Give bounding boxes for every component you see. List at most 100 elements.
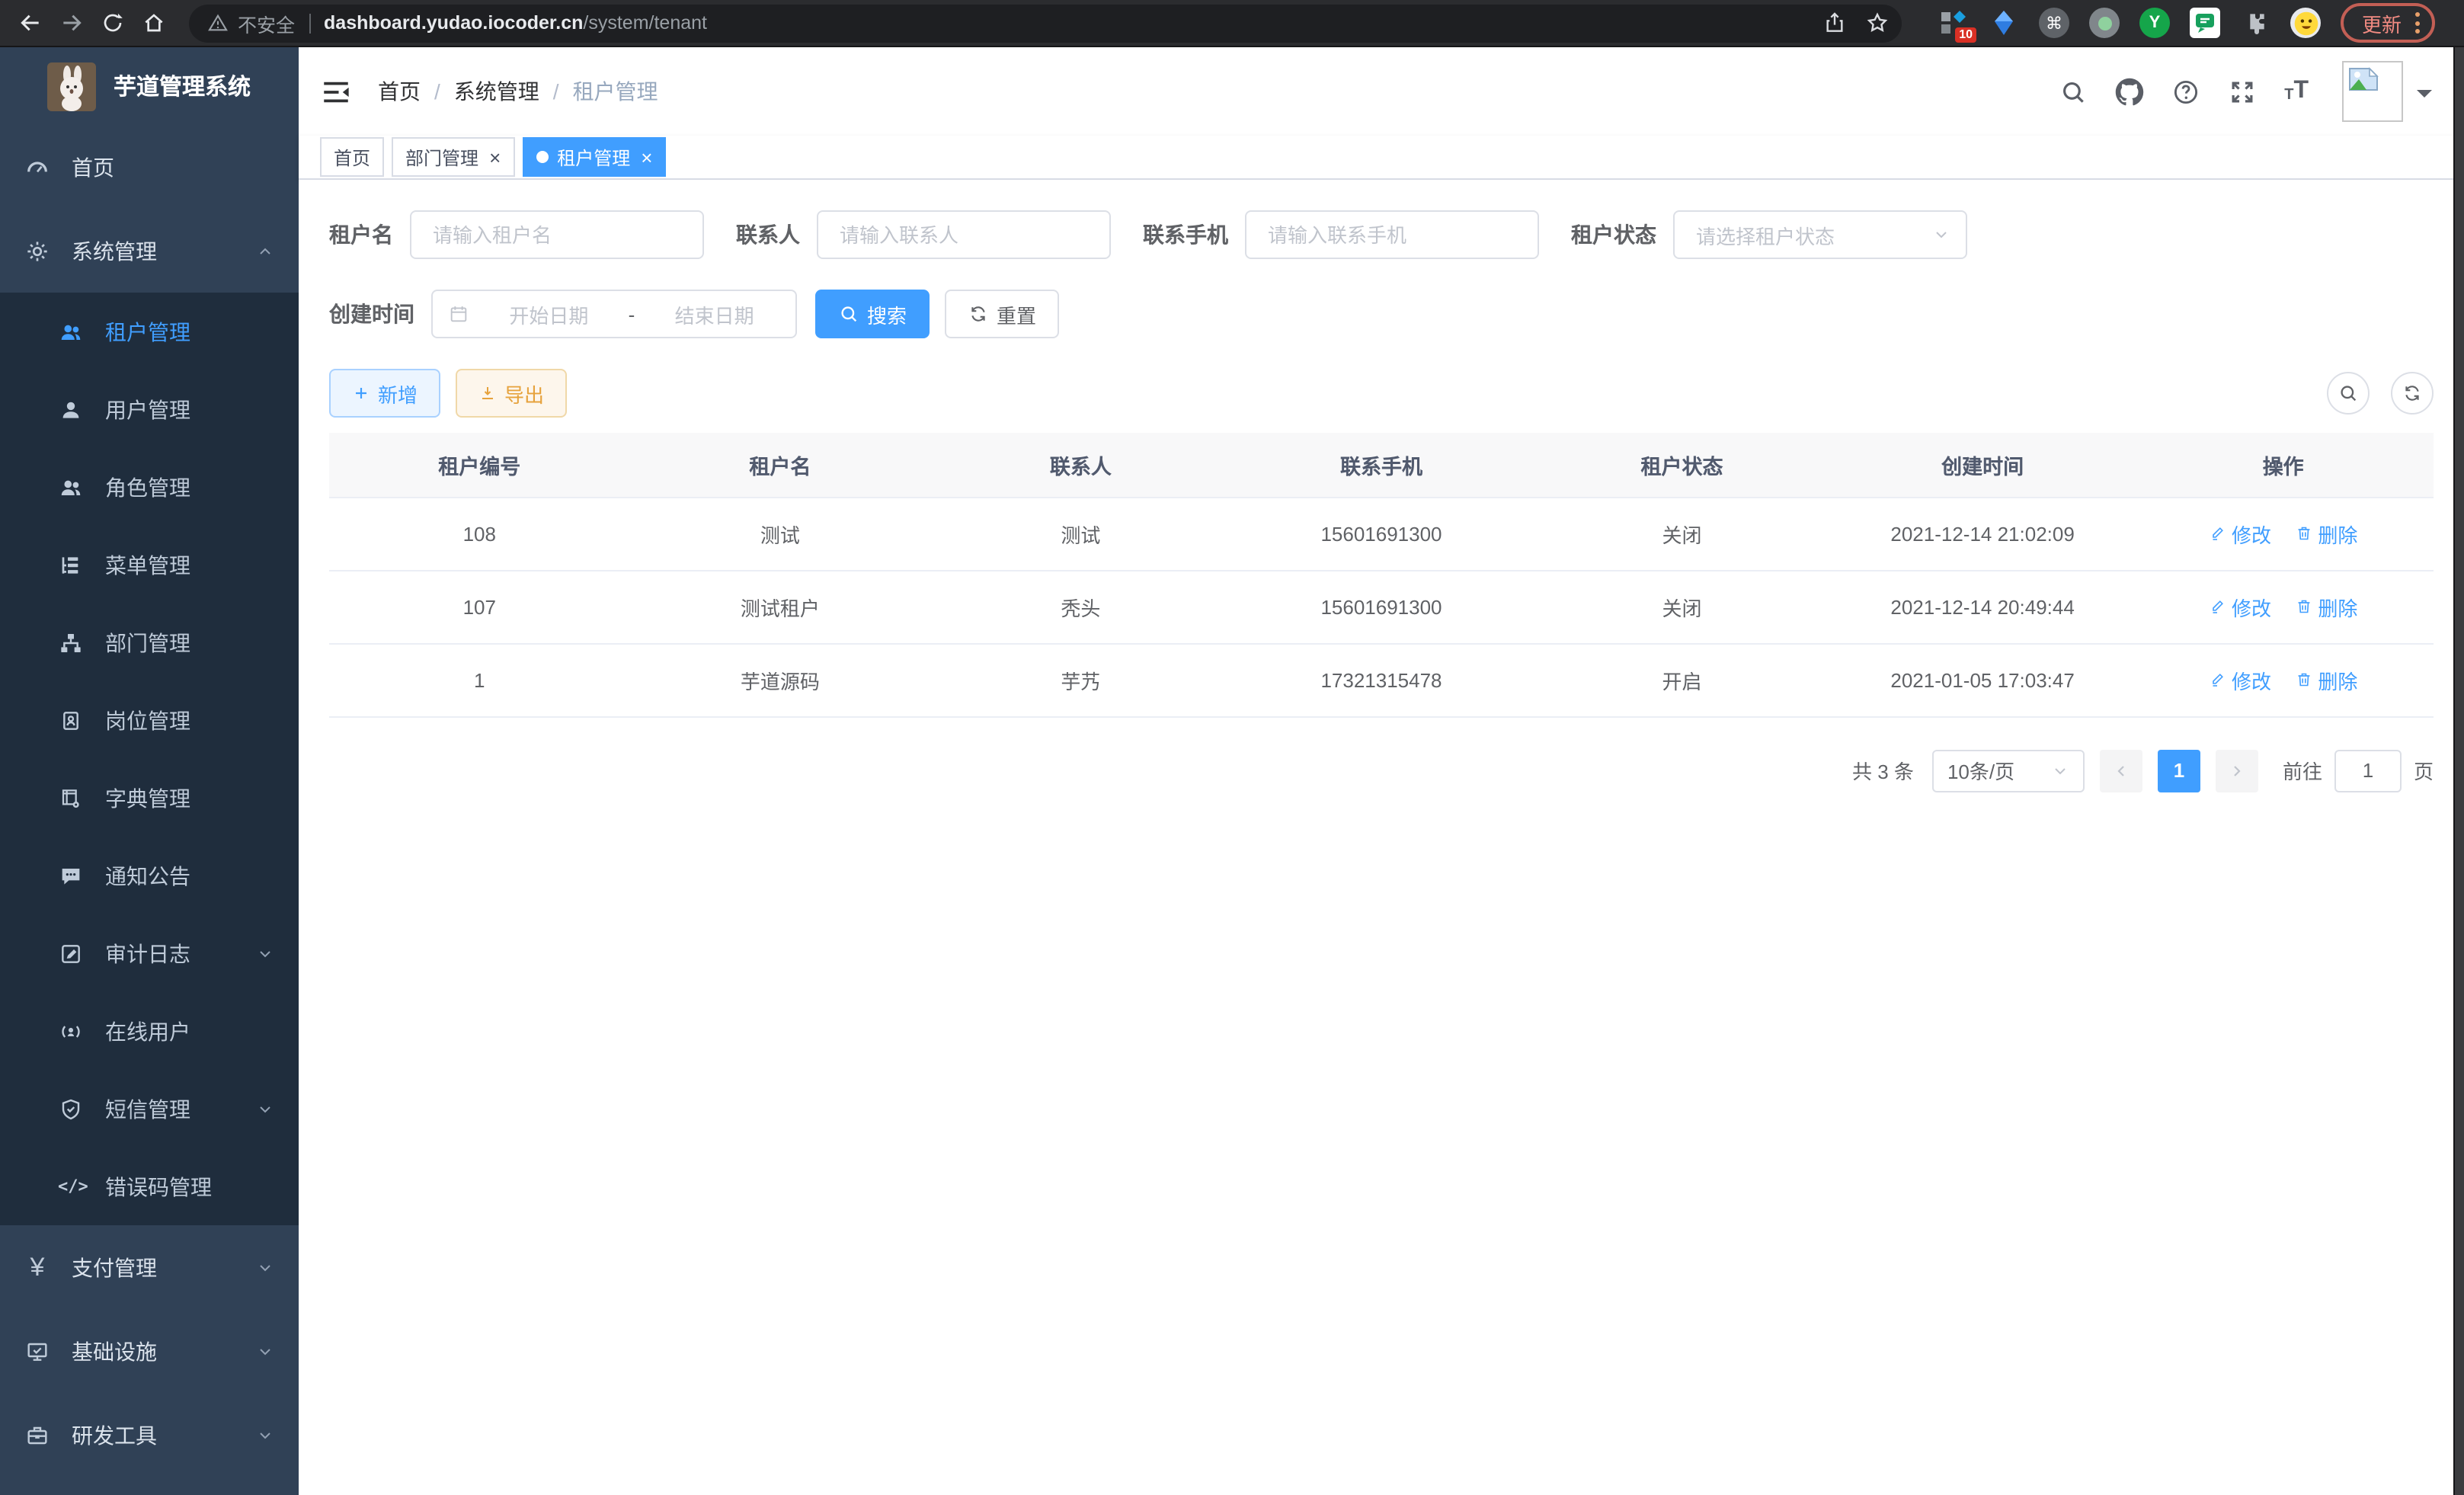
breadcrumb-system[interactable]: 系统管理 bbox=[454, 76, 539, 107]
sidebar-item-label: 支付管理 bbox=[72, 1252, 157, 1282]
extension-y-icon[interactable]: Y bbox=[2139, 8, 2170, 38]
sidebar-item-dict[interactable]: 字典管理 bbox=[0, 759, 299, 837]
cell-contact: 芋艿 bbox=[930, 643, 1231, 716]
tenant-name-label: 租户名 bbox=[329, 219, 393, 250]
status-select[interactable]: 请选择租户状态 bbox=[1673, 210, 1967, 259]
tenant-name-input[interactable] bbox=[410, 210, 704, 259]
extension-gem-icon[interactable] bbox=[1989, 8, 2019, 38]
next-page-button[interactable] bbox=[2216, 749, 2258, 792]
browser-toolbar: 不安全 dashboard.yudao.iocoder.cn/system/te… bbox=[0, 0, 2464, 47]
font-size-icon[interactable]: TT bbox=[2284, 79, 2309, 104]
fullscreen-icon[interactable] bbox=[2228, 77, 2257, 106]
close-icon[interactable]: × bbox=[489, 147, 501, 167]
sidebar-item-dept[interactable]: 部门管理 bbox=[0, 603, 299, 681]
address-bar[interactable]: 不安全 dashboard.yudao.iocoder.cn/system/te… bbox=[189, 4, 1902, 42]
tab-dept[interactable]: 部门管理 × bbox=[392, 137, 514, 177]
edit-link[interactable]: 修改 bbox=[2209, 519, 2271, 548]
mobile-input[interactable] bbox=[1245, 210, 1539, 259]
search-icon bbox=[838, 303, 859, 325]
column-header: 租户编号 bbox=[329, 433, 630, 497]
breadcrumb-home[interactable]: 首页 bbox=[378, 76, 421, 107]
sidebar-item-sms[interactable]: 短信管理 bbox=[0, 1070, 299, 1148]
cell-status: 关闭 bbox=[1531, 570, 1832, 643]
add-button[interactable]: 新增 bbox=[329, 369, 440, 418]
avatar[interactable] bbox=[2342, 61, 2403, 122]
end-date-placeholder: 结束日期 bbox=[648, 299, 780, 328]
browser-back-button[interactable] bbox=[9, 2, 50, 43]
page-number-button[interactable]: 1 bbox=[2158, 749, 2200, 792]
sidebar-item-online-users[interactable]: 在线用户 bbox=[0, 992, 299, 1070]
sidebar-item-notice[interactable]: 通知公告 bbox=[0, 837, 299, 914]
broken-image-icon bbox=[2348, 67, 2379, 91]
delete-label: 删除 bbox=[2318, 592, 2357, 621]
bookmark-star-icon[interactable] bbox=[1865, 11, 1890, 35]
tenant-table: 租户编号 租户名 联系人 联系手机 租户状态 创建时间 操作 108 测试 bbox=[329, 433, 2434, 717]
extension-chat-icon[interactable] bbox=[2190, 8, 2220, 38]
header-search-icon[interactable] bbox=[2059, 77, 2088, 106]
app-title: 芋道管理系统 bbox=[114, 70, 251, 102]
sidebar-item-home[interactable]: 首页 bbox=[0, 125, 299, 209]
edit-label: 修改 bbox=[2232, 519, 2271, 548]
sidebar-item-error-code[interactable]: </> 错误码管理 bbox=[0, 1148, 299, 1225]
column-header: 联系人 bbox=[930, 433, 1231, 497]
extension-command-icon[interactable]: ⌘ bbox=[2039, 8, 2069, 38]
sidebar-item-audit-log[interactable]: 审计日志 bbox=[0, 914, 299, 992]
delete-link[interactable]: 删除 bbox=[2295, 519, 2357, 548]
sidebar-item-dev-tools[interactable]: 研发工具 bbox=[0, 1393, 299, 1477]
breadcrumb-separator: / bbox=[434, 79, 440, 104]
export-button[interactable]: 导出 bbox=[456, 369, 567, 418]
delete-link[interactable]: 删除 bbox=[2295, 592, 2357, 621]
tab-label: 首页 bbox=[334, 144, 370, 170]
browser-menu-icon[interactable] bbox=[2415, 12, 2420, 34]
cell-tenant-id: 1 bbox=[329, 643, 630, 716]
refresh-table-button[interactable] bbox=[2391, 372, 2434, 415]
sidebar-item-system[interactable]: 系统管理 bbox=[0, 209, 299, 293]
create-time-label: 创建时间 bbox=[329, 299, 414, 329]
reset-button[interactable]: 重置 bbox=[945, 290, 1059, 338]
hamburger-icon[interactable] bbox=[320, 75, 352, 107]
browser-update-button[interactable]: 更新 bbox=[2341, 3, 2435, 43]
edit-label: 修改 bbox=[2232, 592, 2271, 621]
extension-recorder-icon[interactable] bbox=[2089, 8, 2120, 38]
sidebar-item-role[interactable]: 角色管理 bbox=[0, 448, 299, 526]
sidebar-item-tenant[interactable]: 租户管理 bbox=[0, 293, 299, 370]
date-range-picker[interactable]: 开始日期 - 结束日期 bbox=[431, 290, 797, 338]
sidebar-item-payment[interactable]: ¥ 支付管理 bbox=[0, 1225, 299, 1309]
goto-page-input[interactable] bbox=[2334, 749, 2402, 792]
close-icon[interactable]: × bbox=[641, 147, 652, 167]
help-icon[interactable] bbox=[2171, 77, 2200, 106]
user-menu[interactable] bbox=[2342, 61, 2432, 122]
sidebar-item-menu[interactable]: 菜单管理 bbox=[0, 526, 299, 603]
sidebar-logo[interactable]: 芋道管理系统 bbox=[0, 47, 299, 125]
column-header: 租户状态 bbox=[1531, 433, 1832, 497]
prev-page-button[interactable] bbox=[2100, 749, 2142, 792]
sidebar-item-post[interactable]: 岗位管理 bbox=[0, 681, 299, 759]
tab-home[interactable]: 首页 bbox=[320, 137, 384, 177]
sidebar: 芋道管理系统 首页 系统管理 租户管理 用户管理 bbox=[0, 47, 299, 1495]
github-icon[interactable] bbox=[2115, 77, 2144, 106]
chevron-down-icon bbox=[256, 1342, 274, 1360]
window-scrollbar-strip[interactable] bbox=[2453, 47, 2464, 1495]
code-icon: </> bbox=[58, 1176, 84, 1196]
calendar-icon bbox=[448, 303, 469, 325]
page-size-select[interactable]: 10条/页 bbox=[1932, 749, 2085, 792]
share-icon[interactable] bbox=[1822, 11, 1847, 35]
extensions-puzzle-icon[interactable] bbox=[2240, 8, 2270, 38]
sidebar-item-infrastructure[interactable]: 基础设施 bbox=[0, 1309, 299, 1393]
chevron-down-icon bbox=[256, 1426, 274, 1444]
back-icon bbox=[18, 11, 42, 35]
contact-input[interactable] bbox=[817, 210, 1111, 259]
tab-tenant[interactable]: 租户管理 × bbox=[522, 137, 666, 177]
delete-link[interactable]: 删除 bbox=[2295, 665, 2357, 694]
browser-forward-button[interactable] bbox=[50, 2, 91, 43]
edit-link[interactable]: 修改 bbox=[2209, 592, 2271, 621]
browser-home-button[interactable] bbox=[133, 2, 174, 43]
sidebar-item-user[interactable]: 用户管理 bbox=[0, 370, 299, 448]
extension-tag-assistant-icon[interactable]: 10 bbox=[1938, 8, 1969, 38]
toggle-search-button[interactable] bbox=[2327, 372, 2370, 415]
chevron-down-icon bbox=[1932, 226, 1950, 244]
browser-reload-button[interactable] bbox=[91, 2, 133, 43]
profile-avatar-icon[interactable] bbox=[2290, 8, 2321, 38]
search-button[interactable]: 搜索 bbox=[815, 290, 930, 338]
edit-link[interactable]: 修改 bbox=[2209, 665, 2271, 694]
